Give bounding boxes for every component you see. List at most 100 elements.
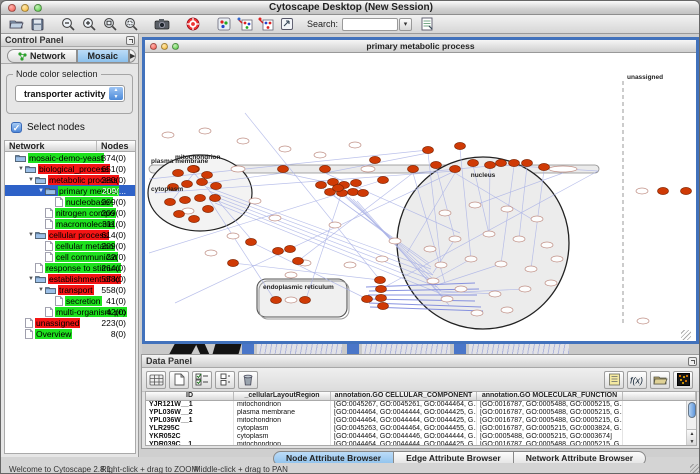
- node-color-combobox[interactable]: transporter activity ▲▼: [15, 85, 125, 102]
- window-titlebar[interactable]: Cytoscape Desktop (New Session): [1, 1, 700, 15]
- tab-mosaic[interactable]: Mosaic: [77, 49, 130, 63]
- scrollbar-arrows[interactable]: ▲▼: [687, 429, 697, 445]
- file-icon: [45, 241, 53, 251]
- snapshot-camera-icon[interactable]: [153, 16, 171, 33]
- formula-icon[interactable]: f(x): [627, 371, 647, 389]
- zoom-fit-icon[interactable]: [101, 16, 119, 33]
- zoom-region-icon[interactable]: [122, 16, 140, 33]
- node-small: [455, 286, 467, 292]
- background-window-sliver[interactable]: [142, 344, 699, 354]
- attribute-checklist-icon[interactable]: [192, 371, 212, 389]
- scrollbar-thumb[interactable]: [688, 402, 696, 418]
- table-row[interactable]: YDR039C__1mitochondrion[GO:0044464, GO:0…: [146, 441, 696, 446]
- node-small: [549, 166, 577, 172]
- tree-row-macromolecule[interactable]: macromolecule311(0): [5, 218, 135, 229]
- column-header[interactable]: _cellularLayoutRegion: [234, 392, 331, 400]
- tree-expand-arrow[interactable]: ▼: [37, 188, 45, 194]
- tree-row-response-to-stimulu[interactable]: response to stimulu264(0): [5, 262, 135, 273]
- float-panel-icon[interactable]: [126, 36, 135, 45]
- node-small: [449, 236, 461, 242]
- file-icon: [55, 296, 63, 306]
- status-pan-hint: Middle-click + drag to PAN: [194, 465, 288, 474]
- data-panel-title: Data Panel: [146, 356, 192, 366]
- notes-icon[interactable]: [604, 371, 624, 389]
- merge-network-icon[interactable]: [257, 16, 275, 33]
- tree-header: Network Nodes: [4, 140, 136, 152]
- tree-column-network[interactable]: Network: [5, 141, 97, 151]
- tree-row-establishment-of-lo[interactable]: ▼establishment of lo558(0): [5, 273, 135, 284]
- node-small: [545, 280, 557, 286]
- node-selected-red: [273, 247, 284, 254]
- network-view-window[interactable]: primary metabolic process plasma membran…: [142, 37, 699, 344]
- tree-row-unassigned[interactable]: unassigned223(0): [5, 317, 135, 328]
- column-header[interactable]: ID: [146, 392, 234, 400]
- save-icon[interactable]: [28, 16, 46, 33]
- tree-row-cellular-metabo[interactable]: cellular metabo209(0): [5, 240, 135, 251]
- table-cell: mitochondrion: [234, 417, 331, 425]
- float-data-panel-icon[interactable]: [688, 357, 697, 366]
- node-small: [249, 198, 261, 204]
- tree-row-nitrogen-compo[interactable]: nitrogen compo209(0): [5, 207, 135, 218]
- load-attributes-icon[interactable]: [650, 371, 670, 389]
- node-small: [237, 138, 249, 144]
- tree-row-mosaic-demo-yeast[interactable]: mosaic-demo-yeast874(0): [5, 152, 135, 163]
- table-row[interactable]: YPL036W__2plasma membrane[GO:0044464, GO…: [146, 409, 696, 417]
- tree-label: transport: [58, 285, 94, 295]
- table-row[interactable]: YLR295Ccytoplasm[GO:0045263, GO:0044464,…: [146, 425, 696, 433]
- column-header[interactable]: annotation.GO MOLECULAR_FUNCTION: [477, 392, 623, 400]
- tree-row-nucleobase-[interactable]: nucleobase-209(0): [5, 196, 135, 207]
- tree-row-metabolic-process[interactable]: ▼metabolic process280(0): [5, 174, 135, 185]
- zoom-in-icon[interactable]: [80, 16, 98, 33]
- node-small: [519, 286, 531, 292]
- select-attributes-icon[interactable]: [146, 371, 166, 389]
- tree-expand-arrow[interactable]: ▼: [27, 276, 35, 282]
- vizmapper-icon[interactable]: [278, 16, 296, 33]
- toolbar-buttons: [7, 16, 299, 33]
- layout-icon[interactable]: [215, 16, 233, 33]
- table-cell: YPL036W__2: [146, 409, 234, 417]
- tree-column-nodes[interactable]: Nodes: [97, 141, 135, 151]
- tree-expand-arrow[interactable]: ▼: [17, 166, 25, 172]
- tree-expand-arrow[interactable]: ▼: [27, 177, 35, 183]
- tab-overflow-arrow[interactable]: ▶: [129, 49, 136, 63]
- open-folder-icon[interactable]: [7, 16, 25, 33]
- node-small: [205, 250, 217, 256]
- table-row[interactable]: YKR052Ccytoplasm[GO:0044464, GO:0044446,…: [146, 433, 696, 441]
- attribute-boxes-icon[interactable]: [215, 371, 235, 389]
- tree-node-count: 311(0): [102, 219, 126, 229]
- table-row[interactable]: YPL036W__1mitochondrion[GO:0044464, GO:0…: [146, 417, 696, 425]
- table-row[interactable]: YJR121W__1mitochondrion[GO:0045267, GO:0…: [146, 401, 696, 409]
- tree-row-cellular-process[interactable]: ▼cellular process614(0): [5, 229, 135, 240]
- table-scrollbar[interactable]: ▲▼: [686, 401, 696, 445]
- network-resize-grip[interactable]: [681, 330, 691, 340]
- search-input[interactable]: [342, 18, 398, 31]
- tree-expand-arrow[interactable]: ▼: [37, 287, 45, 293]
- tree-row-primary-metabo[interactable]: ▼primary metabo209(...: [5, 185, 135, 196]
- window-resize-grip[interactable]: [690, 464, 700, 474]
- select-nodes-checkbox[interactable]: ✓: [11, 122, 22, 133]
- node-selected-red: [293, 257, 304, 264]
- data-panel-toolbar: f(x): [142, 368, 700, 392]
- node-selected-red: [509, 159, 520, 166]
- tree-row-multi-organism-pro[interactable]: multi-organism pro42(0): [5, 306, 135, 317]
- create-attribute-icon[interactable]: [169, 371, 189, 389]
- search-dropdown-button[interactable]: ▾: [399, 18, 412, 31]
- tree-expand-arrow[interactable]: ▼: [27, 232, 35, 238]
- column-header[interactable]: annotation.GO CELLULAR_COMPONENT: [331, 392, 477, 400]
- network-window-titlebar[interactable]: primary metabolic process: [145, 40, 696, 53]
- help-lifering-icon[interactable]: [184, 16, 202, 33]
- network-canvas[interactable]: plasma membranecytoplasmmitochondrionnuc…: [145, 53, 692, 341]
- tree-row-overview[interactable]: Overview8(0): [5, 328, 135, 339]
- copy-network-icon[interactable]: [236, 16, 254, 33]
- tree-row-secretion[interactable]: secretion41(0): [5, 295, 135, 306]
- tree-row-biological-process[interactable]: ▼biological_process651(0): [5, 163, 135, 174]
- tree-row-cell-communicat[interactable]: cell communicat22(0): [5, 251, 135, 262]
- import-table-button[interactable]: [418, 16, 436, 33]
- tree-node-count: 223(0): [101, 318, 126, 328]
- tree-node-count: 42(0): [106, 307, 126, 317]
- tab-network[interactable]: Network: [7, 49, 77, 63]
- matrix-icon[interactable]: [673, 371, 693, 389]
- delete-attribute-icon[interactable]: [238, 371, 258, 389]
- zoom-out-icon[interactable]: [59, 16, 77, 33]
- tree-row-transport[interactable]: ▼transport558(0): [5, 284, 135, 295]
